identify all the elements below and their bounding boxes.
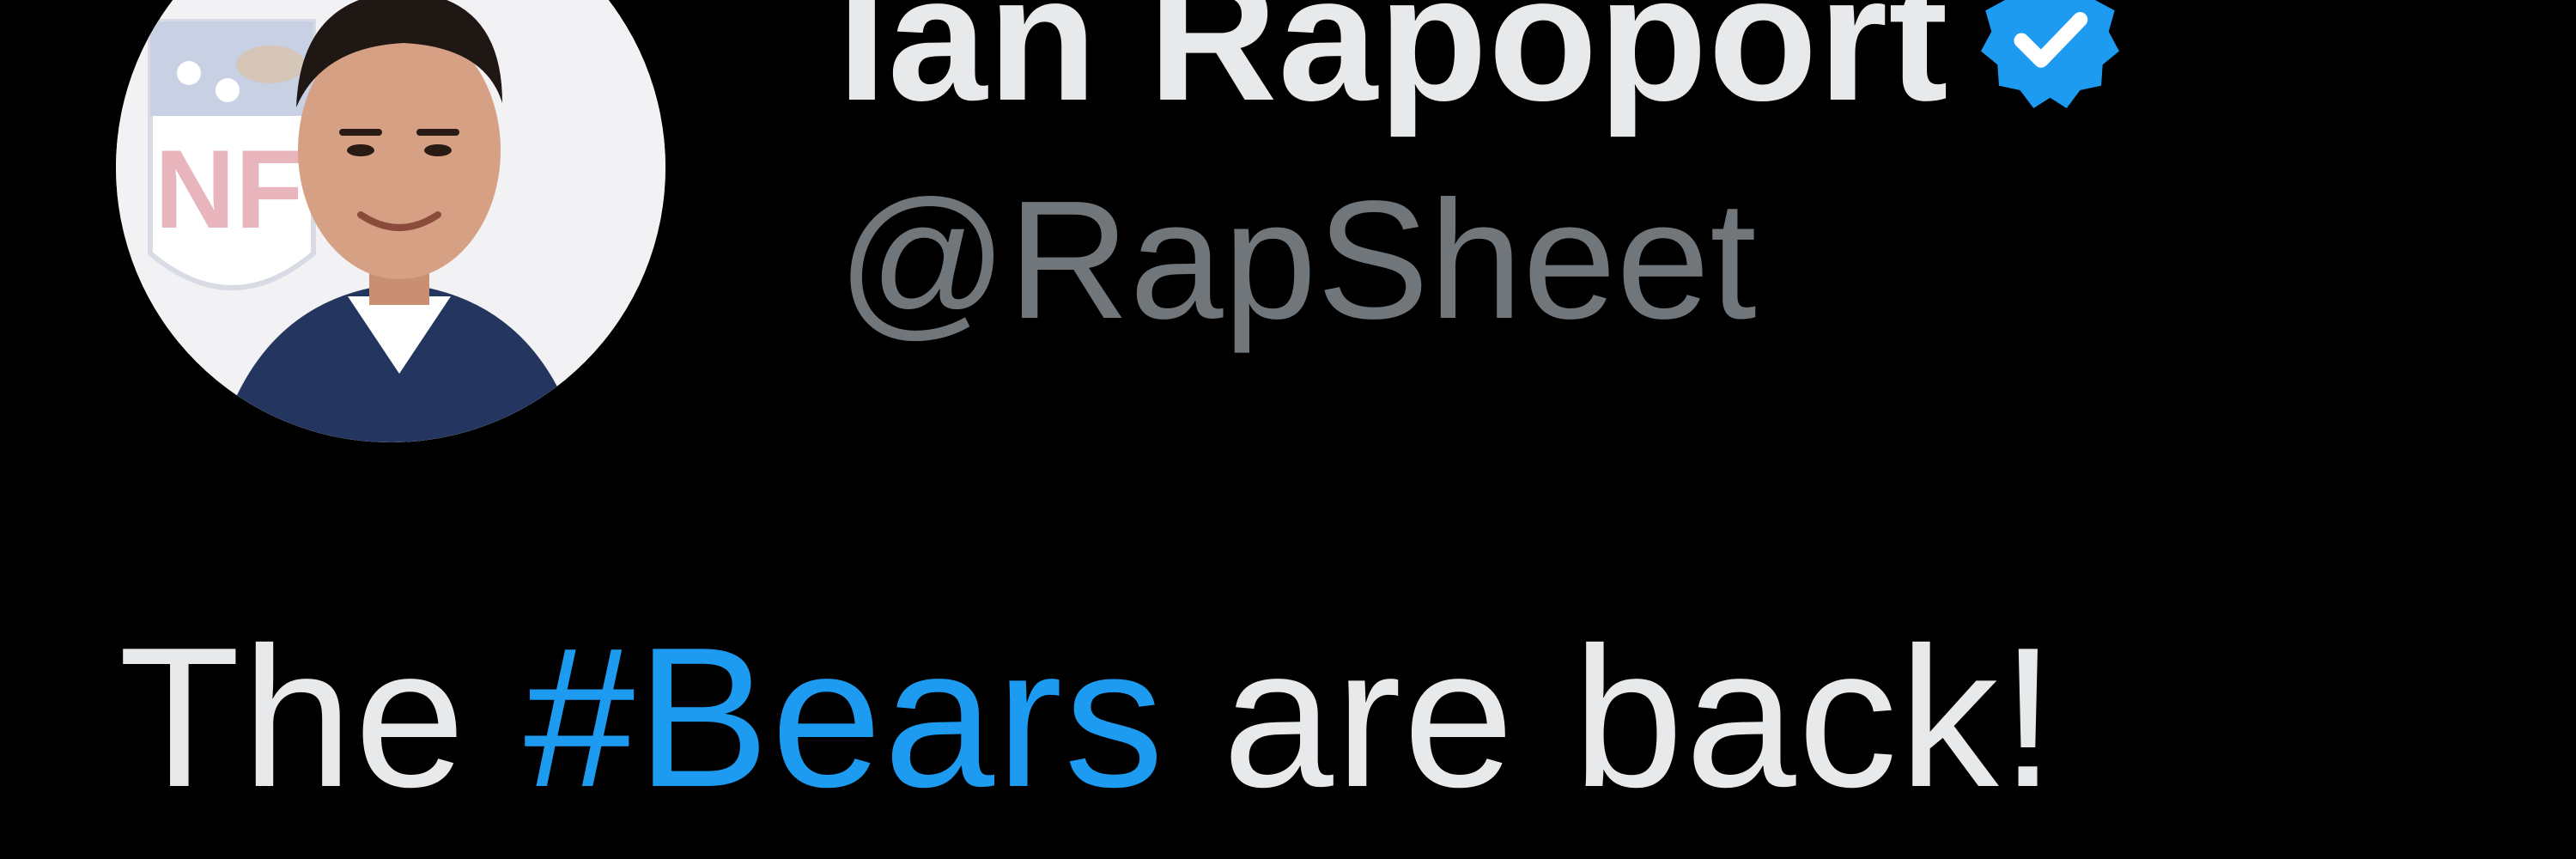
tweet-text-suffix: are back! <box>1165 606 2058 829</box>
author-display-name[interactable]: Ian Rapoport <box>837 0 1949 128</box>
verified-badge-icon <box>1975 0 2125 114</box>
profile-photo-icon: NF <box>116 0 665 442</box>
author-avatar[interactable]: NF <box>116 0 665 442</box>
tweet-card: NF Ian Rapoport @RapSheet The #Bears are… <box>0 0 2576 859</box>
svg-text:NF: NF <box>155 126 303 252</box>
hashtag-link[interactable]: #Bears <box>524 606 1165 829</box>
author-name-row: Ian Rapoport <box>837 0 2125 137</box>
tweet-text-prefix: The <box>118 606 525 829</box>
author-handle[interactable]: @RapSheet <box>837 176 1757 344</box>
tweet-text: The #Bears are back! <box>118 618 2057 818</box>
